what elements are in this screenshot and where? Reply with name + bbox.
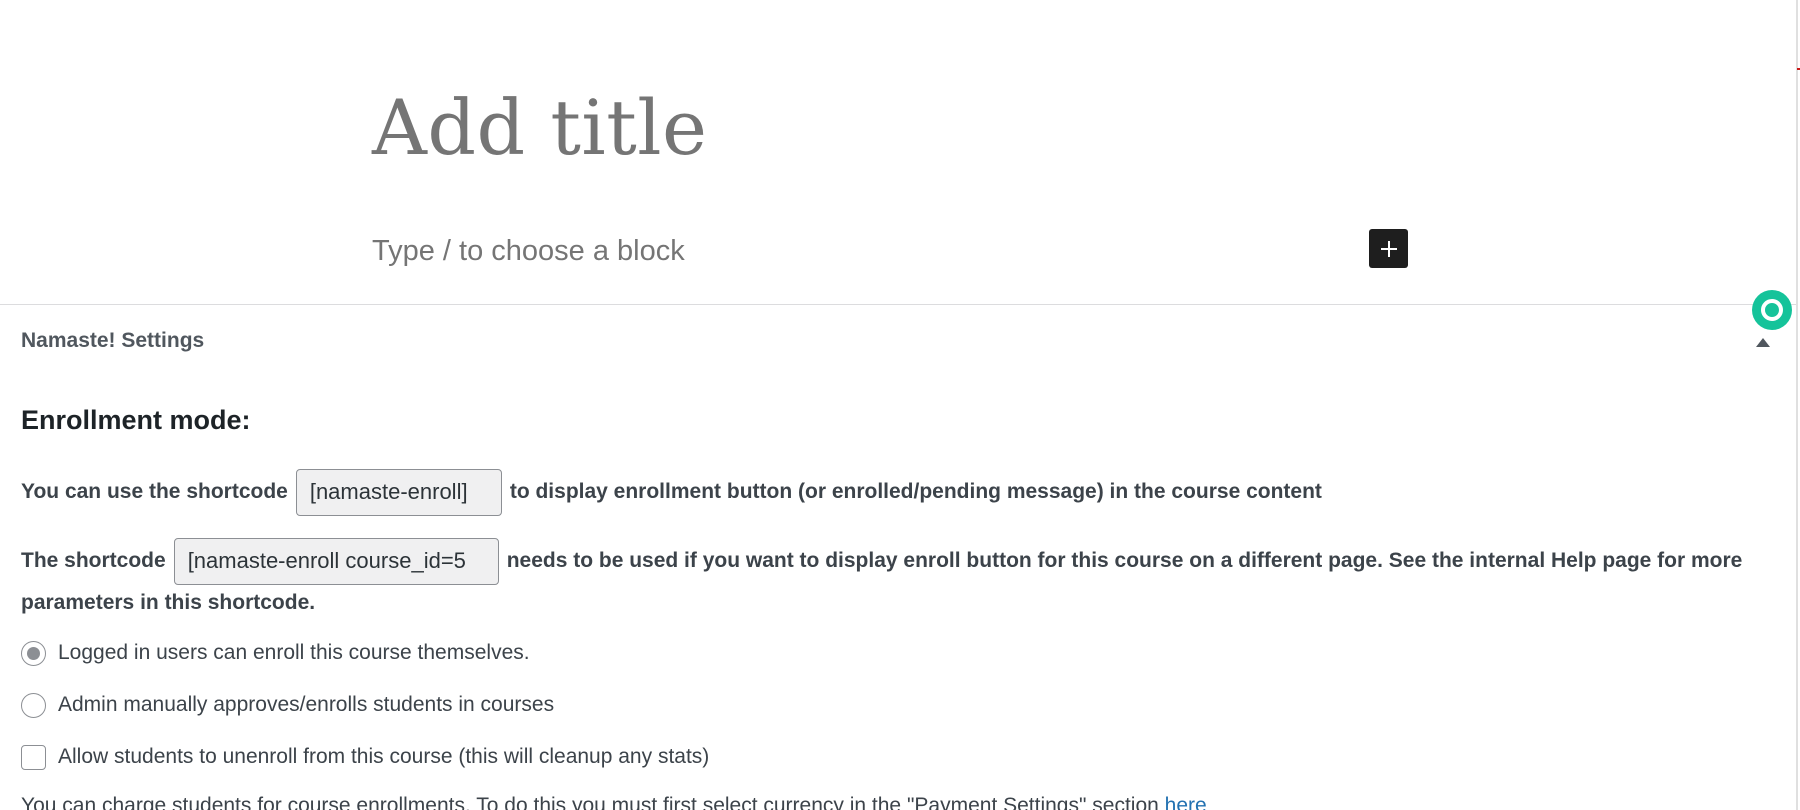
grammarly-icon[interactable] bbox=[1752, 290, 1792, 330]
block-appender[interactable]: Type / to choose a block bbox=[372, 234, 685, 269]
post-title-input[interactable]: Add title bbox=[372, 86, 708, 170]
admin-approve-radio[interactable] bbox=[21, 692, 46, 718]
shortcode-text-before: You can use the shortcode bbox=[21, 480, 288, 503]
plus-icon bbox=[1380, 240, 1397, 257]
block-inserter-button[interactable] bbox=[1369, 229, 1408, 268]
allow-unenroll-checkbox[interactable] bbox=[21, 744, 46, 770]
metabox-header[interactable]: Namaste! Settings bbox=[0, 305, 1796, 377]
metabox-title: Namaste! Settings bbox=[21, 329, 205, 352]
course-shortcode-text-before: The shortcode bbox=[21, 549, 166, 572]
option-allow-unenroll[interactable]: Allow students to unenroll from this cou… bbox=[21, 742, 709, 772]
payment-note: You can charge students for course enrol… bbox=[21, 794, 1207, 810]
payment-note-text: You can charge students for course enrol… bbox=[21, 794, 1165, 810]
namaste-settings-metabox: Namaste! Settings Enrollment mode: You c… bbox=[0, 304, 1796, 810]
enrollment-mode-heading: Enrollment mode: bbox=[21, 405, 251, 435]
allow-unenroll-label: Allow students to unenroll from this cou… bbox=[58, 745, 710, 768]
option-admin-approve[interactable]: Admin manually approves/enrolls students… bbox=[21, 690, 554, 720]
shortcode-instruction: You can use the shortcode to display enr… bbox=[21, 468, 1322, 516]
editor-canvas: Add title Type / to choose a block bbox=[0, 0, 1800, 304]
payment-settings-link[interactable]: here bbox=[1165, 794, 1207, 810]
shortcode-text-after: to display enrollment button (or enrolle… bbox=[509, 480, 1322, 503]
course-shortcode-text-after: needs to be used if you want to display … bbox=[506, 549, 1743, 572]
self-enroll-label: Logged in users can enroll this course t… bbox=[58, 641, 530, 664]
triangle-up-icon[interactable] bbox=[1754, 335, 1772, 349]
option-self-enroll[interactable]: Logged in users can enroll this course t… bbox=[21, 638, 530, 668]
self-enroll-radio[interactable] bbox=[21, 640, 46, 666]
admin-approve-label: Admin manually approves/enrolls students… bbox=[58, 693, 555, 716]
course-shortcode-field[interactable] bbox=[173, 537, 499, 585]
scrollbar-edge[interactable] bbox=[1796, 0, 1798, 810]
course-shortcode-instruction: The shortcode needs to be used if you wa… bbox=[21, 537, 1742, 585]
shortcode-field[interactable] bbox=[295, 468, 502, 516]
editor-page: Add title Type / to choose a block Namas… bbox=[0, 0, 1800, 810]
course-shortcode-continued: parameters in this shortcode. bbox=[21, 591, 316, 614]
